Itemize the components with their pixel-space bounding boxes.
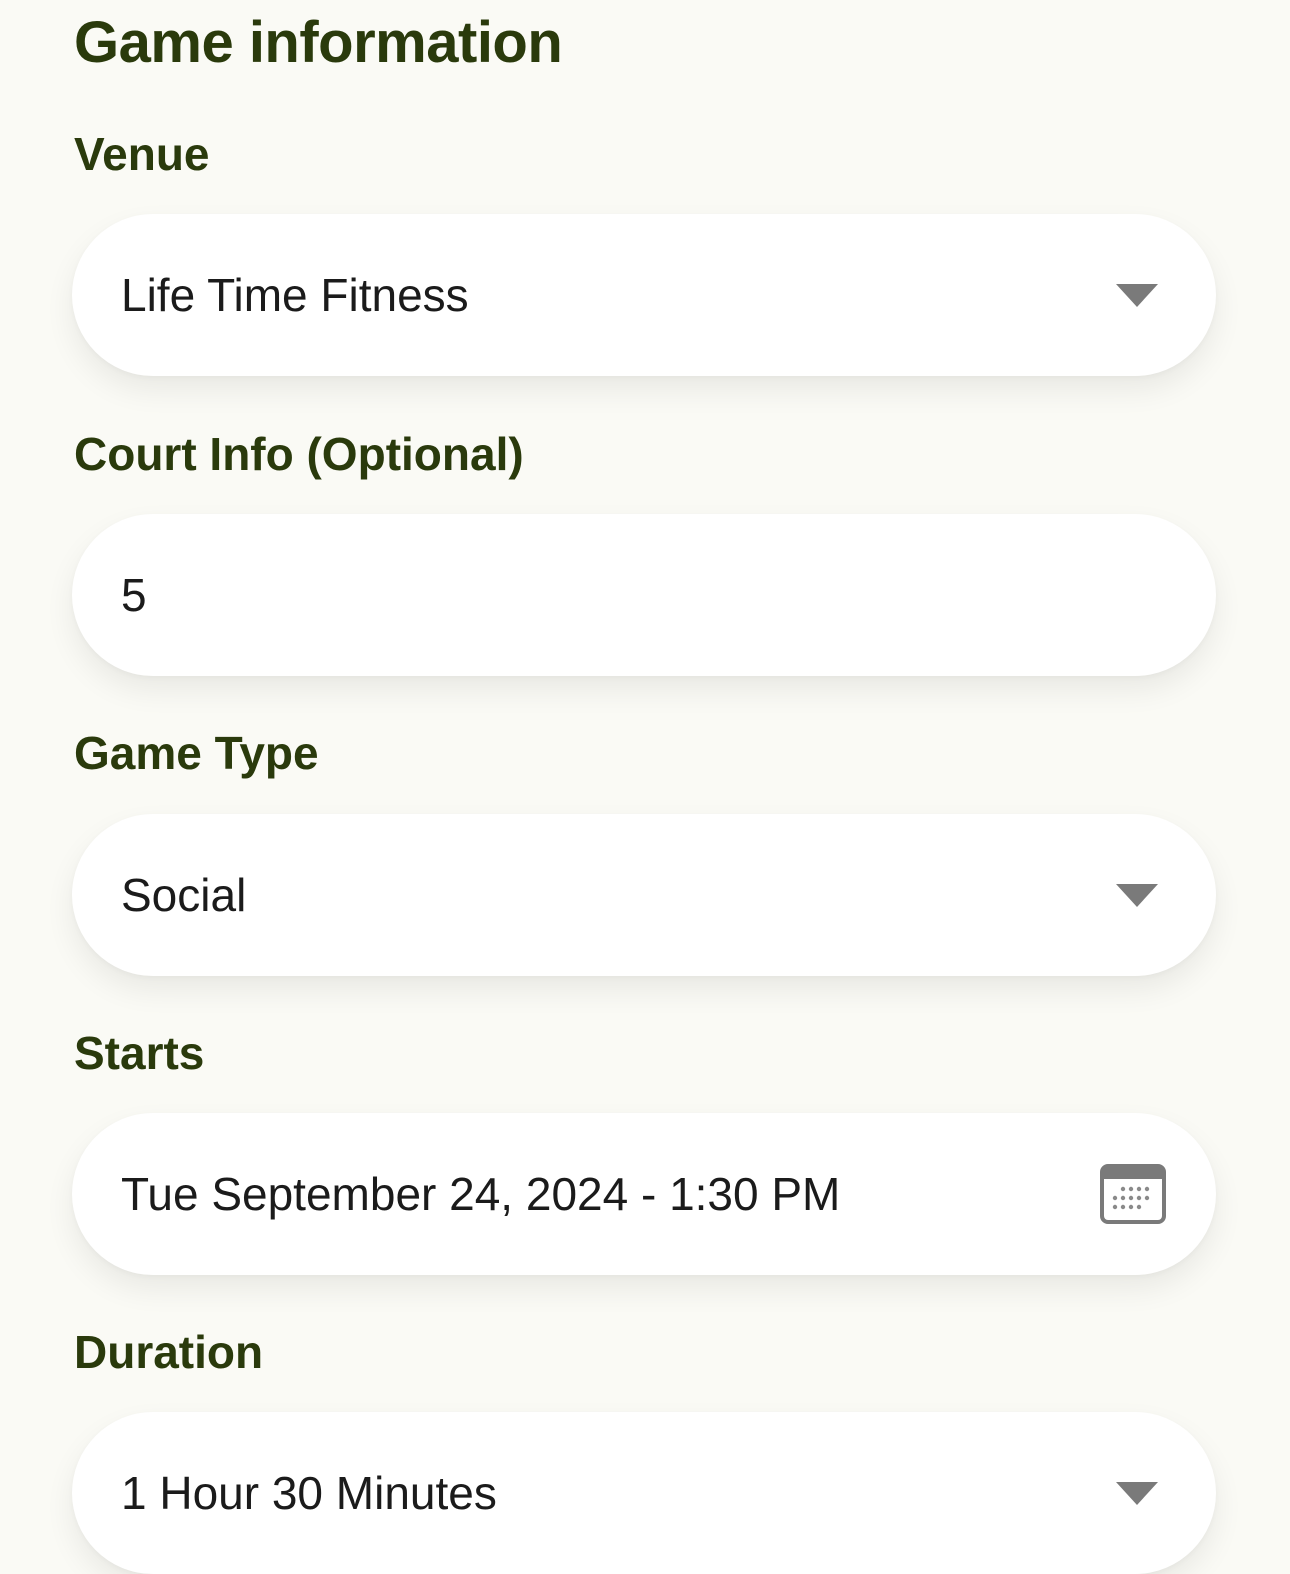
chevron-down-icon bbox=[1116, 283, 1158, 307]
court-info-label: Court Info (Optional) bbox=[74, 428, 524, 480]
starts-label: Starts bbox=[74, 1027, 205, 1079]
court-info-input[interactable]: 5 bbox=[72, 514, 1216, 676]
page-title: Game information bbox=[74, 10, 563, 75]
chevron-down-icon bbox=[1116, 883, 1158, 907]
calendar-icon[interactable] bbox=[1100, 1164, 1166, 1224]
starts-datetime-picker[interactable]: Tue September 24, 2024 - 1:30 PM bbox=[72, 1113, 1216, 1275]
duration-value: 1 Hour 30 Minutes bbox=[121, 1467, 497, 1519]
chevron-down-icon bbox=[1116, 1481, 1158, 1505]
game-type-select[interactable]: Social bbox=[72, 814, 1216, 976]
game-type-label: Game Type bbox=[74, 727, 319, 779]
game-type-value: Social bbox=[121, 869, 247, 921]
venue-select[interactable]: Life Time Fitness bbox=[72, 214, 1216, 376]
venue-value: Life Time Fitness bbox=[121, 269, 469, 321]
duration-label: Duration bbox=[74, 1326, 264, 1378]
starts-value: Tue September 24, 2024 - 1:30 PM bbox=[121, 1168, 841, 1220]
venue-label: Venue bbox=[74, 128, 210, 180]
court-info-value: 5 bbox=[121, 569, 147, 621]
duration-select[interactable]: 1 Hour 30 Minutes bbox=[72, 1412, 1216, 1574]
